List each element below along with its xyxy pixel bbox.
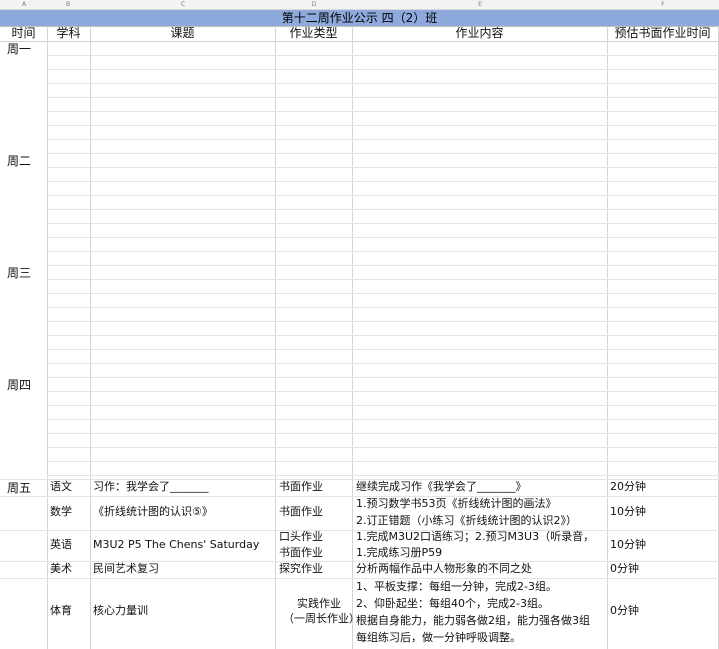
grid-hline: [47, 405, 719, 406]
friday-content-pe-line2[interactable]: 2、仰卧起坐：每组40个，完成2-3组。: [356, 595, 549, 612]
header-topic[interactable]: 课题: [90, 26, 275, 40]
grid-hline: [47, 181, 719, 182]
friday-subject-math[interactable]: 数学: [50, 505, 72, 519]
grid-vline: [90, 26, 91, 649]
friday-content-math-line1[interactable]: 1.预习数学书53页《折线统计图的画法》: [356, 497, 557, 511]
friday-type-pe-note[interactable]: （一周长作业）: [283, 612, 360, 626]
header-content[interactable]: 作业内容: [352, 26, 607, 40]
grid-hline: [47, 293, 719, 294]
friday-time-english[interactable]: 10分钟: [610, 538, 646, 552]
grid-hline: [47, 55, 719, 56]
friday-topic-art[interactable]: 民间艺术复习: [93, 562, 159, 576]
grid-hline: [47, 111, 719, 112]
day-tuesday[interactable]: 周二: [7, 154, 31, 168]
friday-content-pe-line3[interactable]: 根据自身能力，能力弱各做2组，能力强各做3组: [356, 612, 590, 629]
header-subject[interactable]: 学科: [47, 26, 90, 40]
friday-subject-chinese[interactable]: 语文: [50, 480, 72, 494]
column-letter-e[interactable]: E: [478, 0, 482, 9]
grid-vline: [352, 26, 353, 649]
header-time[interactable]: 时间: [0, 26, 47, 40]
grid-vline: [607, 26, 608, 649]
friday-content-pe-line1[interactable]: 1、平板支撑：每组一分钟，完成2-3组。: [356, 578, 557, 595]
friday-subject-pe[interactable]: 体育: [50, 604, 72, 618]
grid-hline: [0, 41, 719, 42]
friday-type-pe[interactable]: 实践作业: [297, 597, 341, 611]
sheet-title-row[interactable]: 第十二周作业公示 四（2）班: [0, 10, 719, 27]
friday-topic-english[interactable]: M3U2 P5 The Chens' Saturday: [93, 538, 259, 552]
friday-type-math[interactable]: 书面作业: [279, 505, 323, 519]
day-monday[interactable]: 周一: [7, 42, 31, 56]
friday-subject-art[interactable]: 美术: [50, 562, 72, 576]
grid-hline: [47, 167, 719, 168]
grid-hline: [47, 419, 719, 420]
friday-content-chinese[interactable]: 继续完成习作《我学会了_______》: [356, 480, 527, 494]
grid-hline: [47, 251, 719, 252]
header-type[interactable]: 作业类型: [275, 26, 352, 40]
friday-type-english-written[interactable]: 书面作业: [279, 546, 323, 560]
friday-content-art[interactable]: 分析两幅作品中人物形象的不同之处: [356, 562, 532, 576]
grid-hline: [47, 97, 719, 98]
grid-hline: [47, 209, 719, 210]
column-letter-c[interactable]: C: [181, 0, 185, 9]
grid-hline: [47, 265, 719, 266]
grid-hline: [47, 125, 719, 126]
friday-topic-math[interactable]: 《折线统计图的认识⑤》: [93, 505, 213, 519]
friday-content-pe-line4[interactable]: 每组练习后，做一分钟呼吸调整。: [356, 629, 521, 646]
grid-hline: [47, 377, 719, 378]
grid-hline: [47, 475, 719, 476]
friday-type-chinese[interactable]: 书面作业: [279, 480, 323, 494]
grid-hline: [47, 461, 719, 462]
grid-hline: [47, 83, 719, 84]
grid-vline: [275, 26, 276, 649]
day-thursday[interactable]: 周四: [7, 378, 31, 392]
grid-hline: [47, 307, 719, 308]
friday-subject-english[interactable]: 英语: [50, 538, 72, 552]
friday-time-pe[interactable]: 0分钟: [610, 604, 639, 618]
grid-hline: [47, 279, 719, 280]
grid-hline: [47, 195, 719, 196]
friday-topic-pe[interactable]: 核心力量训: [93, 604, 148, 618]
spreadsheet: A B C D E F 第十二周作业公示 四（2）班 时间 学科 课题 作业类型…: [0, 0, 719, 649]
friday-type-art[interactable]: 探究作业: [279, 562, 323, 576]
day-wednesday[interactable]: 周三: [7, 266, 31, 280]
friday-content-math-line2[interactable]: 2.订正错题（小练习《折线统计图的认识2》）: [356, 514, 577, 528]
friday-content-english-line2[interactable]: 1.完成练习册P59: [356, 546, 442, 560]
friday-topic-chinese[interactable]: 习作：我学会了_______: [93, 480, 209, 494]
grid-hline: [47, 139, 719, 140]
day-friday[interactable]: 周五: [7, 481, 31, 495]
grid-hline: [47, 321, 719, 322]
column-header-bar: A B C D E F: [0, 0, 719, 10]
grid-hline: [47, 153, 719, 154]
column-letter-f[interactable]: F: [661, 0, 664, 9]
header-est-time[interactable]: 预估书面作业时间: [607, 26, 718, 40]
sheet-title: 第十二周作业公示 四（2）班: [281, 11, 438, 25]
grid-hline: [47, 447, 719, 448]
grid-hline: [47, 391, 719, 392]
column-letter-d[interactable]: D: [312, 0, 317, 9]
friday-time-chinese[interactable]: 20分钟: [610, 480, 646, 494]
grid-hline: [47, 69, 719, 70]
column-letter-a[interactable]: A: [22, 0, 26, 9]
grid-hline: [47, 433, 719, 434]
grid-hline: [47, 237, 719, 238]
grid-hline: [47, 349, 719, 350]
grid-hline: [47, 335, 719, 336]
grid-hline: [47, 363, 719, 364]
friday-type-english-oral[interactable]: 口头作业: [279, 530, 323, 544]
friday-time-art[interactable]: 0分钟: [610, 562, 639, 576]
friday-time-math[interactable]: 10分钟: [610, 505, 646, 519]
column-letter-b[interactable]: B: [66, 0, 70, 9]
friday-content-english-line1[interactable]: 1.完成M3U2口语练习；2.预习M3U3（听录音，: [356, 530, 594, 544]
grid-vline: [47, 26, 48, 649]
grid-hline: [47, 223, 719, 224]
